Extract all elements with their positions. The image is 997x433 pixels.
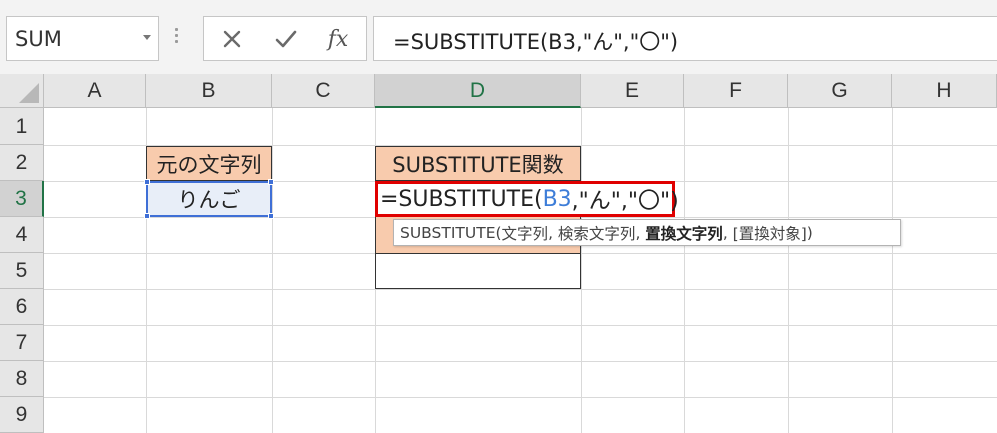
editor-suffix: ,"ん","〇") — [571, 189, 679, 214]
gridline — [581, 108, 582, 433]
drag-handle-icon[interactable] — [175, 28, 179, 48]
formula-bar-area: SUM fx =SUBSTITUTE(B3,"ん","〇") — [0, 0, 997, 74]
editor-reference: B3 — [542, 186, 572, 212]
column-header-b[interactable]: B — [146, 74, 272, 108]
selection-handle[interactable] — [268, 213, 274, 219]
cell-d5[interactable] — [375, 253, 581, 289]
column-header-f[interactable]: F — [684, 74, 788, 108]
fx-icon: fx — [327, 26, 349, 52]
gridline — [44, 289, 997, 290]
column-header-c[interactable]: C — [272, 74, 375, 108]
select-all-icon — [19, 83, 39, 103]
column-header-g[interactable]: G — [788, 74, 892, 108]
check-icon — [275, 30, 297, 48]
column-header-e[interactable]: E — [581, 74, 684, 108]
gridline — [684, 108, 685, 433]
column-header-a[interactable]: A — [44, 74, 146, 108]
editor-prefix: =SUBSTITUTE( — [380, 186, 543, 212]
tooltip-close: ) — [806, 223, 813, 242]
cancel-button[interactable] — [216, 23, 248, 55]
formula-buttons: fx — [203, 16, 367, 61]
spreadsheet-grid[interactable]: A B C D E F G H 1 2 3 4 5 6 7 8 9 元の文字列 … — [0, 74, 997, 433]
cell-b3[interactable]: りんご — [144, 179, 274, 219]
name-box[interactable]: SUM — [6, 16, 159, 61]
function-tooltip: SUBSTITUTE(文字列, 検索文字列, 置換文字列, [置換対象]) — [393, 219, 901, 246]
selection-handle[interactable] — [144, 179, 150, 185]
cell-d3-editor[interactable]: =SUBSTITUTE(B3 ,"ん","〇") — [375, 181, 679, 217]
cell-b3-value: りんご — [177, 188, 241, 212]
close-icon — [223, 30, 241, 48]
select-all-button[interactable] — [0, 74, 44, 108]
row-header-2[interactable]: 2 — [0, 145, 44, 181]
row-header-6[interactable]: 6 — [0, 289, 44, 325]
formula-input[interactable]: =SUBSTITUTE(B3,"ん","〇") — [373, 16, 997, 61]
chevron-down-icon[interactable] — [143, 35, 151, 40]
column-header-h[interactable]: H — [892, 74, 997, 108]
name-box-value: SUM — [15, 27, 62, 51]
gridline — [892, 108, 893, 433]
tooltip-separator: , — [722, 223, 733, 242]
selection-handle[interactable] — [144, 213, 150, 219]
gridline — [44, 397, 997, 398]
row-header-5[interactable]: 5 — [0, 253, 44, 289]
tooltip-arg-text[interactable]: 文字列 — [502, 222, 549, 244]
insert-function-button[interactable]: fx — [322, 23, 354, 55]
row-header-9[interactable]: 9 — [0, 397, 44, 433]
formula-text: =SUBSTITUTE(B3,"ん","〇") — [393, 30, 679, 54]
tooltip-separator: , — [635, 223, 646, 242]
tooltip-arg-new-text[interactable]: 置換文字列 — [645, 222, 723, 244]
enter-button[interactable] — [270, 23, 302, 55]
tooltip-separator: , — [548, 223, 558, 242]
selection-handle[interactable] — [268, 179, 274, 185]
row-header-7[interactable]: 7 — [0, 325, 44, 361]
tooltip-arg-instance[interactable]: [置換対象] — [733, 222, 807, 244]
row-header-8[interactable]: 8 — [0, 361, 44, 397]
tooltip-function-name[interactable]: SUBSTITUTE( — [400, 224, 502, 242]
row-header-1[interactable]: 1 — [0, 108, 44, 145]
cell-b2[interactable]: 元の文字列 — [146, 146, 272, 181]
column-header-d[interactable]: D — [375, 74, 581, 108]
gridline — [44, 361, 997, 362]
gridline — [44, 325, 997, 326]
tooltip-arg-old-text[interactable]: 検索文字列 — [558, 222, 636, 244]
gridline — [272, 108, 273, 433]
cell-d2[interactable]: SUBSTITUTE関数 — [375, 146, 581, 181]
gridline — [788, 108, 789, 433]
row-header-4[interactable]: 4 — [0, 217, 44, 253]
row-header-3[interactable]: 3 — [0, 181, 44, 217]
